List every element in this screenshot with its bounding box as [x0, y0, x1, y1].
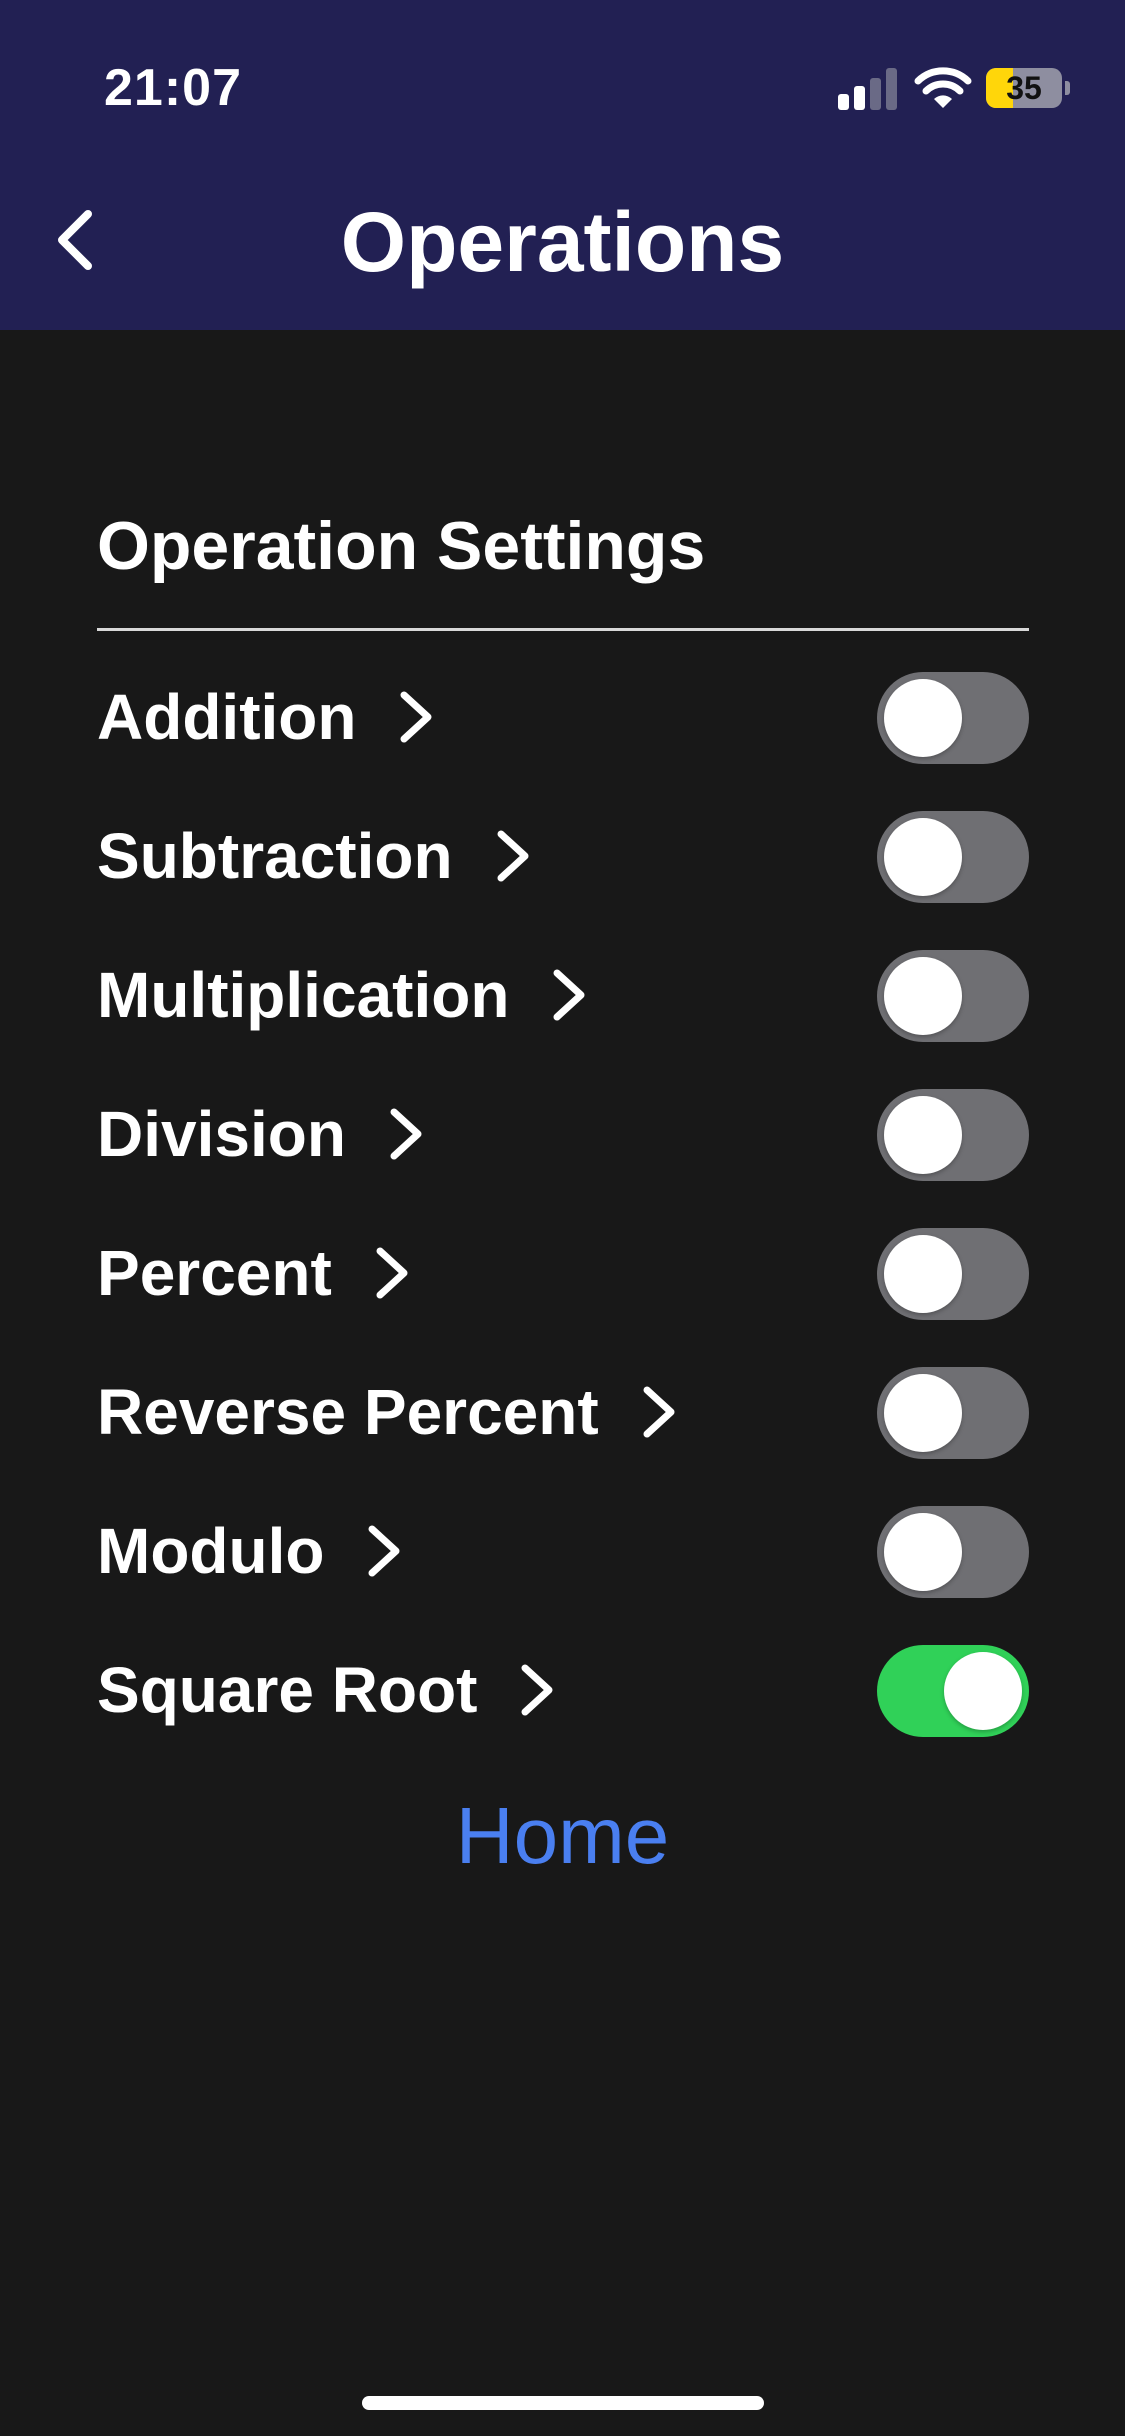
chevron-right-icon — [553, 969, 585, 1021]
toggle-knob — [884, 679, 962, 757]
chevron-right-icon — [400, 691, 432, 743]
toggle-modulo[interactable] — [877, 1506, 1029, 1598]
chevron-right-icon — [390, 1108, 422, 1160]
battery-icon: 35 — [986, 68, 1070, 108]
chevron-right-icon — [497, 830, 529, 882]
operation-label: Subtraction — [97, 820, 453, 892]
operation-row-addition: Addition — [97, 667, 1029, 767]
operation-label: Addition — [97, 681, 357, 753]
operation-link-square-root[interactable]: Square Root — [97, 1640, 557, 1740]
signal-bar — [854, 86, 865, 110]
operation-link-percent[interactable]: Percent — [97, 1223, 412, 1323]
operation-link-subtraction[interactable]: Subtraction — [97, 806, 533, 906]
operation-row-division: Division — [97, 1084, 1029, 1184]
operation-link-modulo[interactable]: Modulo — [97, 1501, 404, 1601]
cellular-signal-icon — [838, 68, 898, 110]
toggle-division[interactable] — [877, 1089, 1029, 1181]
operation-link-multiplication[interactable]: Multiplication — [97, 945, 589, 1045]
chevron-right-icon — [376, 1247, 408, 1299]
battery-tip — [1065, 81, 1070, 95]
operation-label: Modulo — [97, 1515, 325, 1587]
navigation-header: 21:07 35 Operations — [0, 0, 1125, 330]
wifi-icon — [914, 67, 972, 108]
toggle-knob — [884, 1513, 962, 1591]
operation-link-addition[interactable]: Addition — [97, 667, 436, 767]
battery-body: 35 — [986, 68, 1062, 108]
operation-row-modulo: Modulo — [97, 1501, 1029, 1601]
operation-row-multiplication: Multiplication — [97, 945, 1029, 1045]
operation-label: Percent — [97, 1237, 332, 1309]
section-title: Operation Settings — [97, 508, 706, 584]
section-divider — [97, 628, 1029, 631]
operation-label: Division — [97, 1098, 346, 1170]
toggle-knob — [884, 1235, 962, 1313]
operation-row-subtraction: Subtraction — [97, 806, 1029, 906]
signal-bar — [870, 78, 881, 110]
toggle-square-root[interactable] — [877, 1645, 1029, 1737]
operation-label: Multiplication — [97, 959, 510, 1031]
signal-bar — [838, 94, 849, 110]
toggle-addition[interactable] — [877, 672, 1029, 764]
home-link[interactable]: Home — [0, 1786, 1125, 1886]
toggle-reverse-percent[interactable] — [877, 1367, 1029, 1459]
toggle-knob — [884, 1096, 962, 1174]
toggle-subtraction[interactable] — [877, 811, 1029, 903]
toggle-knob — [884, 1374, 962, 1452]
operation-link-division[interactable]: Division — [97, 1084, 426, 1184]
home-indicator — [362, 2396, 764, 2410]
toggle-knob — [944, 1652, 1022, 1730]
chevron-right-icon — [643, 1386, 675, 1438]
toggle-knob — [884, 818, 962, 896]
page-title: Operations — [340, 195, 785, 289]
operation-label: Reverse Percent — [97, 1376, 599, 1448]
operation-label: Square Root — [97, 1654, 478, 1726]
status-time: 21:07 — [104, 59, 242, 117]
toggle-knob — [884, 957, 962, 1035]
battery-percent: 35 — [1006, 70, 1042, 106]
signal-bar — [886, 68, 897, 110]
operation-link-reverse-percent[interactable]: Reverse Percent — [97, 1362, 679, 1462]
operation-row-square-root: Square Root — [97, 1640, 1029, 1740]
operation-row-reverse-percent: Reverse Percent — [97, 1362, 1029, 1462]
chevron-right-icon — [368, 1525, 400, 1577]
toggle-multiplication[interactable] — [877, 950, 1029, 1042]
chevron-right-icon — [521, 1664, 553, 1716]
toggle-percent[interactable] — [877, 1228, 1029, 1320]
operation-row-percent: Percent — [97, 1223, 1029, 1323]
